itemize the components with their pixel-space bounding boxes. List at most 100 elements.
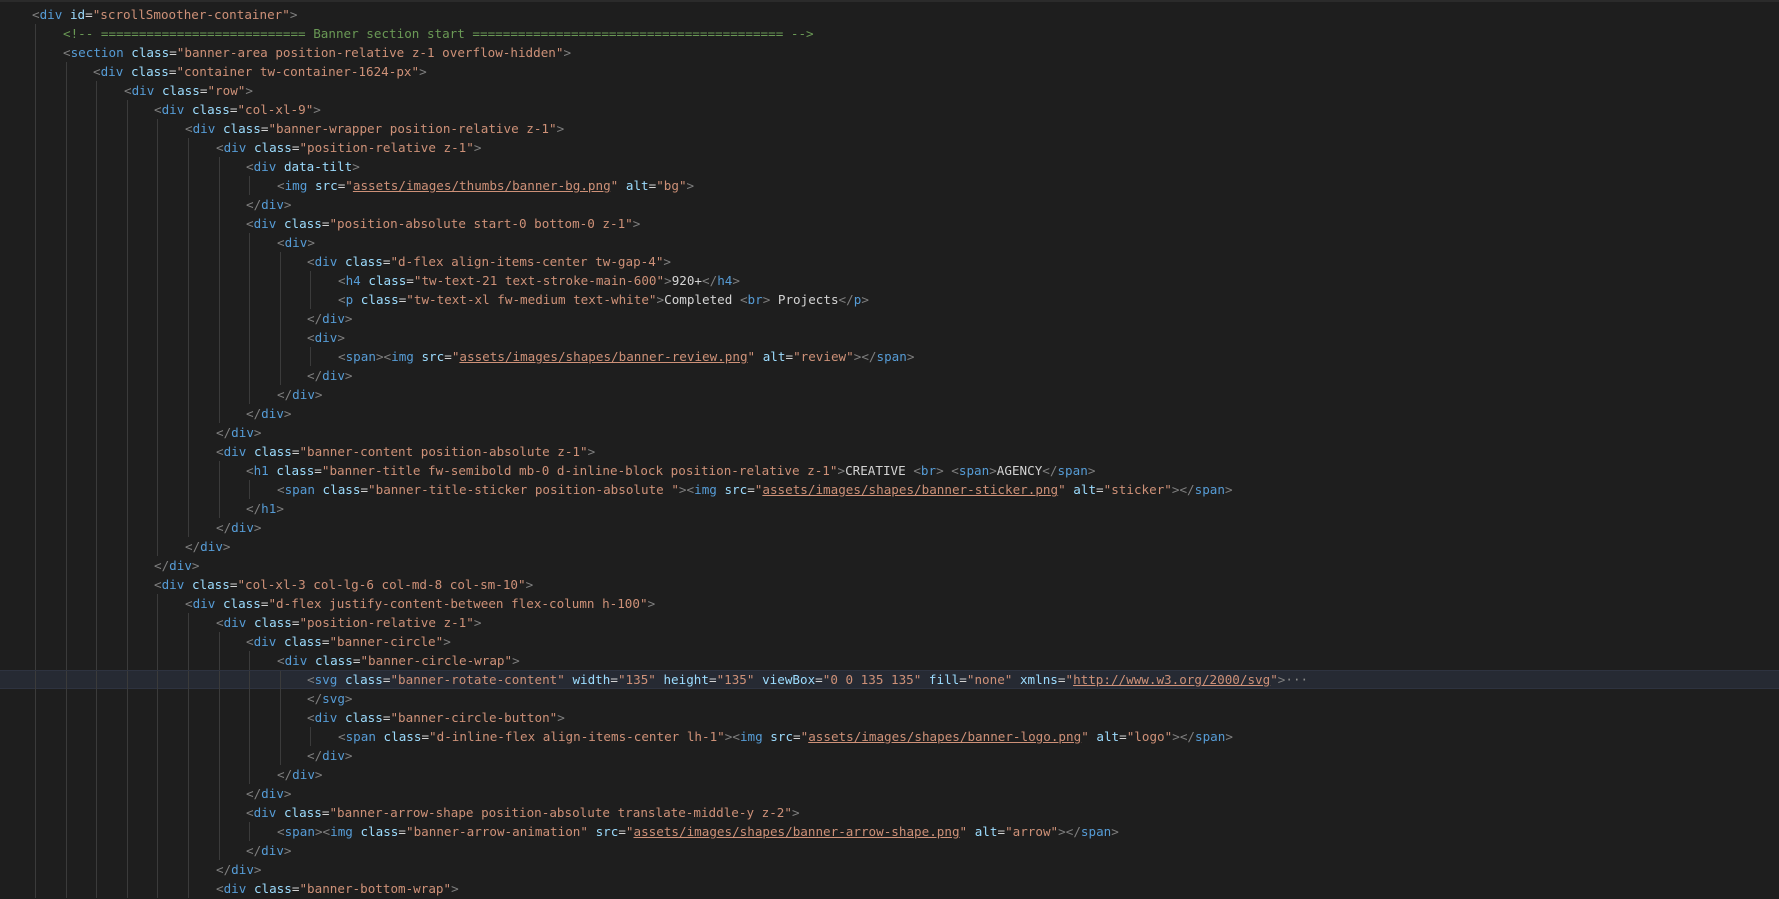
code-token: span	[1057, 463, 1088, 478]
code-editor[interactable]: <div id="scrollSmoother-container"> <!-- …	[0, 0, 1779, 899]
code-line[interactable]: <section class="banner-area position-rel…	[0, 43, 1779, 62]
code-line[interactable]: <div>	[0, 328, 1779, 347]
code-token: div	[223, 881, 247, 896]
code-token: "bg"	[656, 178, 687, 193]
code-line[interactable]: <div class="banner-circle-button">	[0, 708, 1779, 727]
code-line[interactable]: <span class="banner-title-sticker positi…	[0, 480, 1779, 499]
code-line[interactable]: <div class="row">	[0, 81, 1779, 100]
indent-guide	[157, 803, 158, 822]
code-line[interactable]: <div class="position-relative z-1">	[0, 613, 1779, 632]
indent-guide	[96, 385, 97, 404]
code-line[interactable]: <div class="position-relative z-1">	[0, 138, 1779, 157]
indent-guide	[66, 860, 67, 879]
code-token: </	[307, 368, 323, 383]
code-line[interactable]: <div class="d-flex justify-content-betwe…	[0, 594, 1779, 613]
code-token: div	[261, 406, 284, 421]
indent-guide	[188, 157, 189, 176]
code-line[interactable]: </div>	[0, 309, 1779, 328]
code-line[interactable]: <div>	[0, 233, 1779, 252]
code-token: class	[344, 672, 383, 687]
indent-guide	[35, 100, 36, 119]
code-line[interactable]: </div>	[0, 518, 1779, 537]
code-line[interactable]: <div class="banner-wrapper position-rela…	[0, 119, 1779, 138]
code-line-active[interactable]: <svg class = "banner-rotate-content" width…	[0, 670, 1779, 690]
indent-guide	[96, 841, 97, 860]
code-token: >	[283, 786, 292, 801]
fold-ellipsis-icon[interactable]: ···	[1285, 672, 1308, 687]
code-line[interactable]: <div class="col-xl-9">	[0, 100, 1779, 119]
code-line[interactable]: <div class="col-xl-3 col-lg-6 col-md-8 c…	[0, 575, 1779, 594]
indent-guide	[127, 271, 128, 290]
indent-guide	[188, 328, 189, 347]
indent-guide	[127, 195, 128, 214]
indent-guide	[96, 480, 97, 499]
indent-guide	[127, 252, 128, 271]
code-line[interactable]: <span><img class="banner-arrow-animation…	[0, 822, 1779, 841]
code-token: div	[100, 64, 124, 79]
code-line[interactable]: <div class="d-flex align-items-center tw…	[0, 252, 1779, 271]
indent-guide	[35, 62, 36, 81]
code-token: xmlns	[1019, 672, 1058, 687]
indent-guide	[310, 290, 311, 309]
code-line[interactable]: <h4 class="tw-text-21 text-stroke-main-6…	[0, 271, 1779, 290]
code-line[interactable]: <div class="banner-circle-wrap">	[0, 651, 1779, 670]
code-line[interactable]: <div class="banner-circle">	[0, 632, 1779, 651]
code-line[interactable]: </div>	[0, 195, 1779, 214]
code-line[interactable]: </div>	[0, 423, 1779, 442]
code-text: </div>	[246, 784, 292, 803]
code-line[interactable]: </div>	[0, 556, 1779, 575]
code-line[interactable]: <div class="banner-arrow-shape position-…	[0, 803, 1779, 822]
code-token: div	[314, 330, 338, 345]
code-line[interactable]: </svg>	[0, 689, 1779, 708]
indent-guide	[188, 613, 189, 632]
indent-guide	[35, 366, 36, 385]
indent-guide	[96, 423, 97, 442]
indent-guide	[157, 708, 158, 727]
code-line[interactable]: </div>	[0, 366, 1779, 385]
code-line[interactable]: </div>	[0, 537, 1779, 556]
code-line[interactable]: <!-- =========================== Banner …	[0, 24, 1779, 43]
code-line[interactable]: <div class="position-absolute start-0 bo…	[0, 214, 1779, 233]
code-line[interactable]: </div>	[0, 841, 1779, 860]
code-line[interactable]: <span class="d-inline-flex align-items-c…	[0, 727, 1779, 746]
indent-guide	[249, 671, 250, 690]
code-line[interactable]: </div>	[0, 860, 1779, 879]
code-line[interactable]: </div>	[0, 746, 1779, 765]
code-token: alt	[1096, 729, 1120, 744]
indent-guide	[96, 138, 97, 157]
code-line[interactable]: <div class="banner-content position-abso…	[0, 442, 1779, 461]
indent-guide	[249, 328, 250, 347]
code-token: img	[694, 482, 717, 497]
indent-guide	[249, 309, 250, 328]
indent-guide	[157, 518, 158, 537]
code-token: alt	[625, 178, 649, 193]
code-line[interactable]: <span><img src="assets/images/shapes/ban…	[0, 347, 1779, 366]
indent-guide	[96, 366, 97, 385]
indent-guide	[127, 671, 128, 690]
code-line[interactable]: </div>	[0, 385, 1779, 404]
code-line[interactable]: <div class="container tw-container-1624-…	[0, 62, 1779, 81]
indent-guide	[188, 784, 189, 803]
code-token: "d-inline-flex align-items-center lh-1"	[429, 729, 725, 744]
code-token: <	[216, 881, 224, 896]
code-line[interactable]: </div>	[0, 404, 1779, 423]
code-token: class	[276, 463, 315, 478]
code-token: >	[557, 710, 565, 725]
code-token: </	[307, 691, 323, 706]
indent-guide	[157, 860, 158, 879]
code-line[interactable]: <div id="scrollSmoother-container">	[0, 5, 1779, 24]
code-line[interactable]: <div data-tilt>	[0, 157, 1779, 176]
code-line[interactable]: <div class="banner-bottom-wrap">	[0, 879, 1779, 898]
indent-guide	[96, 594, 97, 613]
code-line[interactable]: </div>	[0, 765, 1779, 784]
code-line[interactable]: </div>	[0, 784, 1779, 803]
code-line[interactable]: <h1 class="banner-title fw-semibold mb-0…	[0, 461, 1779, 480]
code-line[interactable]: </h1>	[0, 499, 1779, 518]
indent-guide	[219, 233, 220, 252]
indent-guide	[35, 404, 36, 423]
code-line[interactable]: <img src="assets/images/thumbs/banner-bg…	[0, 176, 1779, 195]
code-line[interactable]: <p class="tw-text-xl fw-medium text-whit…	[0, 290, 1779, 309]
